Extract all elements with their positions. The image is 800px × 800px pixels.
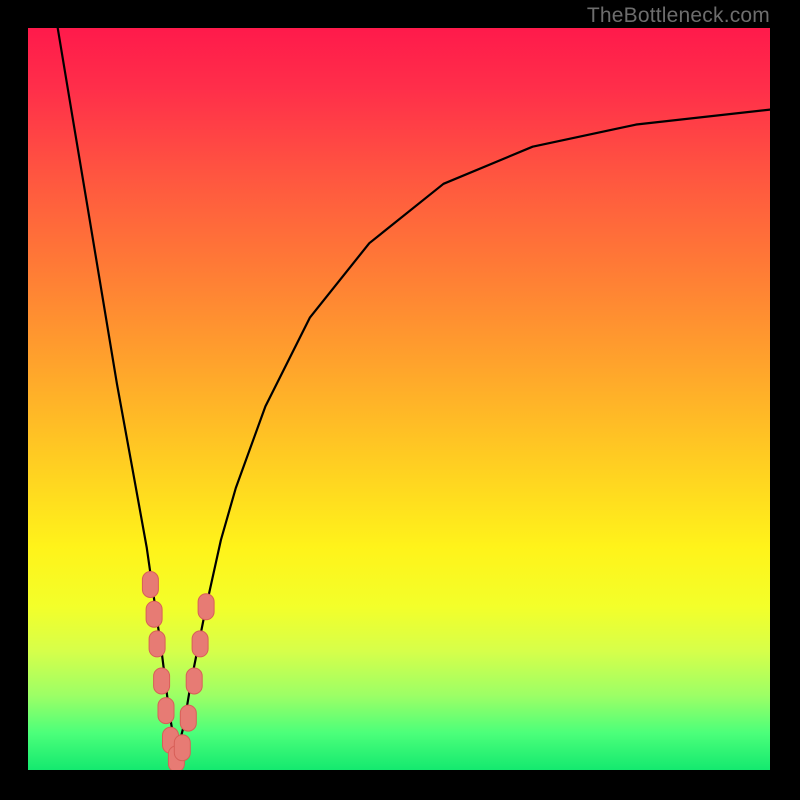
curve-marker <box>149 631 165 657</box>
watermark-text: TheBottleneck.com <box>587 4 770 28</box>
curve-marker <box>146 601 162 627</box>
curve-marker <box>180 705 196 731</box>
curve-marker <box>142 572 158 598</box>
curve-marker <box>154 668 170 694</box>
curve-marker <box>192 631 208 657</box>
curve-marker <box>158 698 174 724</box>
curve-markers <box>142 572 214 771</box>
chart-frame: TheBottleneck.com <box>0 0 800 800</box>
plot-area <box>28 28 770 770</box>
chart-svg <box>28 28 770 770</box>
curve-marker <box>198 594 214 620</box>
curve-marker <box>174 735 190 761</box>
curve-marker <box>186 668 202 694</box>
